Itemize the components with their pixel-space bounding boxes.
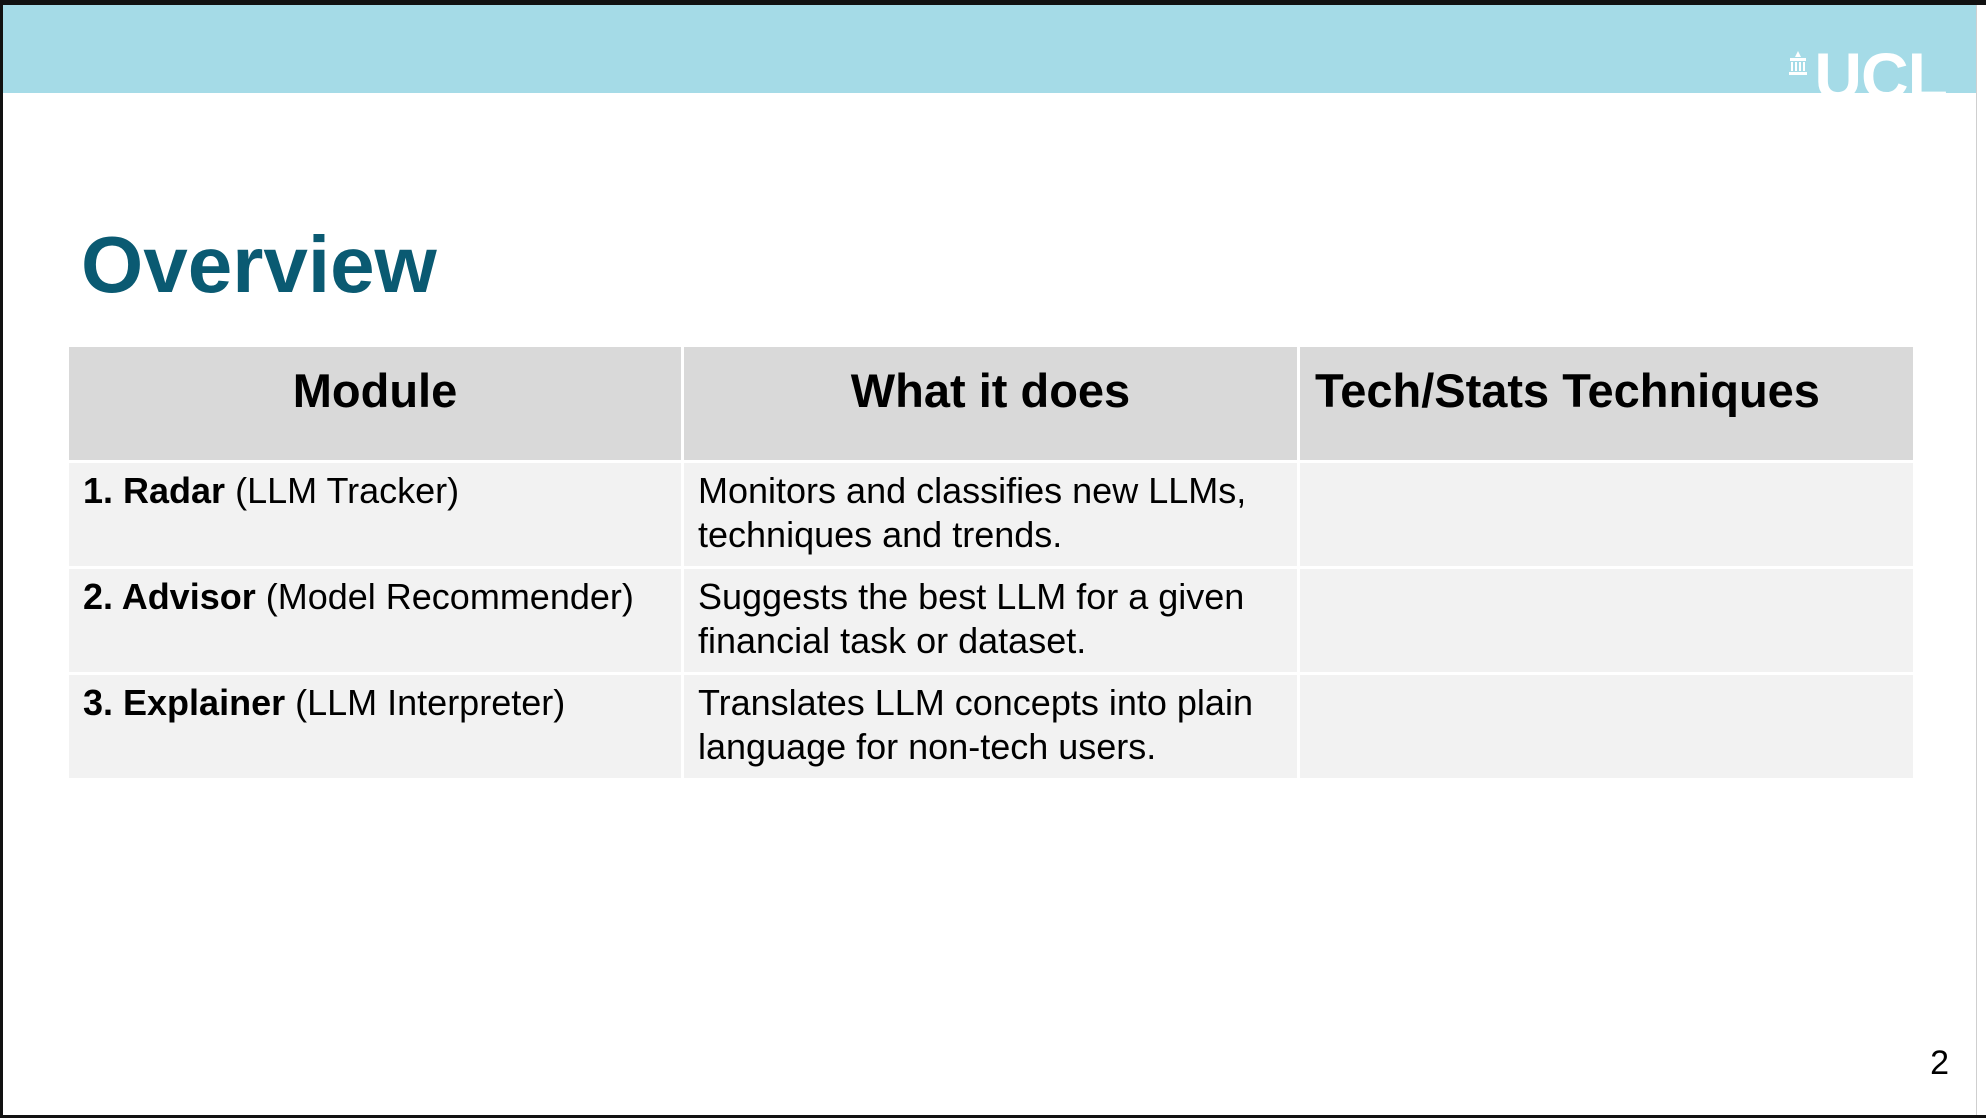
table-row: 1. Radar (LLM Tracker) Monitors and clas… bbox=[66, 460, 1916, 569]
header-tech-stats: Tech/Stats Techniques bbox=[1297, 344, 1916, 463]
header-band: UCL bbox=[3, 5, 1976, 93]
page-number: 2 bbox=[1930, 1044, 1949, 1082]
description-cell: Monitors and classifies new LLMs, techni… bbox=[681, 460, 1300, 569]
description-cell: Suggests the best LLM for a given financ… bbox=[681, 566, 1300, 675]
slide-title: Overview bbox=[81, 220, 437, 309]
module-name: 2. Advisor bbox=[83, 576, 256, 617]
module-subtitle: (LLM Tracker) bbox=[235, 470, 460, 511]
module-subtitle: (Model Recommender) bbox=[265, 576, 634, 617]
overview-table: Module What it does Tech/Stats Technique… bbox=[66, 344, 1916, 781]
techniques-cell bbox=[1297, 566, 1916, 675]
header-what-it-does: What it does bbox=[681, 344, 1300, 463]
module-subtitle: (LLM Interpreter) bbox=[295, 682, 566, 723]
module-name: 1. Radar bbox=[83, 470, 226, 511]
techniques-cell bbox=[1297, 460, 1916, 569]
ucl-portico-icon bbox=[1789, 51, 1808, 75]
ucl-logo-text: UCL bbox=[1814, 43, 1947, 93]
slide: UCL Overview Module What it does Tech/St… bbox=[3, 5, 1977, 1115]
table-header-row: Module What it does Tech/Stats Technique… bbox=[66, 344, 1916, 463]
module-cell: 1. Radar (LLM Tracker) bbox=[66, 460, 684, 569]
table-row: 3. Explainer (LLM Interpreter) Translate… bbox=[66, 672, 1916, 781]
module-cell: 2. Advisor (Model Recommender) bbox=[66, 566, 684, 675]
table-row: 2. Advisor (Model Recommender) Suggests … bbox=[66, 566, 1916, 675]
techniques-cell bbox=[1297, 672, 1916, 781]
module-name: 3. Explainer bbox=[83, 682, 286, 723]
description-cell: Translates LLM concepts into plain langu… bbox=[681, 672, 1300, 781]
module-cell: 3. Explainer (LLM Interpreter) bbox=[66, 672, 684, 781]
header-module: Module bbox=[66, 344, 684, 463]
ucl-logo: UCL bbox=[1788, 43, 1947, 93]
